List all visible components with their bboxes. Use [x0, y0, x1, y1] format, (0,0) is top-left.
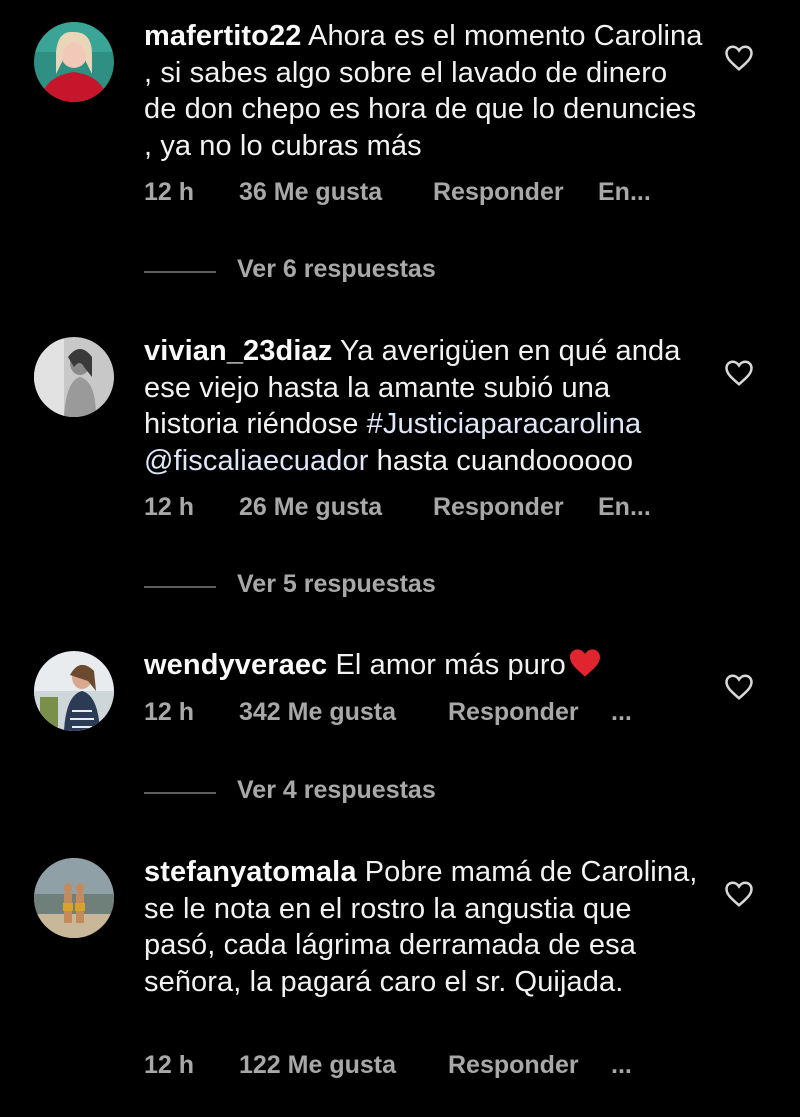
comment-username[interactable]: stefanyatomala — [144, 856, 357, 888]
comment-text: mafertito22 Ahora es el momento Carolina… — [144, 18, 704, 164]
avatar[interactable] — [34, 22, 114, 102]
comment-text: wendyveraec El amor más puro — [144, 647, 704, 684]
comment-text: vivian_23diaz Ya averigüen en qué anda e… — [144, 333, 704, 479]
likes-count[interactable]: 342 Me gusta — [239, 698, 396, 727]
heart-outline-icon[interactable] — [724, 44, 754, 72]
mention-link[interactable]: @fiscaliaecuador — [144, 445, 368, 477]
reply-button[interactable]: Responder — [433, 493, 564, 522]
comment-body-end: hasta cuandoooooo — [368, 444, 634, 477]
profile-photo-icon — [34, 22, 114, 102]
divider-line — [144, 792, 216, 794]
divider-line — [144, 586, 216, 588]
hashtag-link[interactable]: #Justiciaparacarolina — [367, 408, 642, 440]
avatar[interactable] — [34, 651, 114, 731]
comment-body: El amor más puro — [335, 649, 566, 681]
more-button[interactable]: En... — [598, 178, 651, 207]
profile-photo-icon — [34, 858, 114, 938]
more-button[interactable]: En... — [598, 493, 651, 522]
view-replies-label: Ver 6 respuestas — [237, 255, 436, 283]
heart-outline-icon[interactable] — [724, 359, 754, 387]
comment-time: 12 h — [144, 698, 195, 726]
likes-count[interactable]: 26 Me gusta — [239, 493, 382, 522]
comment-username[interactable]: mafertito22 — [144, 20, 301, 52]
more-button[interactable]: ... — [611, 1051, 632, 1080]
avatar[interactable] — [34, 858, 114, 938]
heart-outline-icon[interactable] — [724, 673, 754, 701]
comment-username[interactable]: vivian_23diaz — [144, 335, 332, 367]
avatar[interactable] — [34, 337, 114, 417]
profile-photo-icon — [34, 651, 114, 731]
divider-line — [144, 271, 216, 273]
red-heart-emoji — [569, 649, 600, 677]
heart-outline-icon[interactable] — [724, 880, 754, 908]
profile-photo-icon — [34, 337, 114, 417]
comment-time: 12 h — [144, 493, 195, 521]
comment-username[interactable]: wendyveraec — [144, 649, 327, 681]
reply-button[interactable]: Responder — [433, 178, 564, 207]
comment-text: stefanyatomala Pobre mamá de Carolina, s… — [144, 854, 704, 1000]
reply-button[interactable]: Responder — [448, 1051, 579, 1080]
comment-time: 12 h — [144, 1051, 195, 1079]
more-button[interactable]: ... — [611, 698, 632, 727]
likes-count[interactable]: 36 Me gusta — [239, 178, 382, 207]
comment-time: 12 h — [144, 178, 195, 206]
view-replies-label: Ver 4 respuestas — [237, 776, 436, 804]
reply-button[interactable]: Responder — [448, 698, 579, 727]
likes-count[interactable]: 122 Me gusta — [239, 1051, 396, 1080]
view-replies-label: Ver 5 respuestas — [237, 570, 436, 598]
